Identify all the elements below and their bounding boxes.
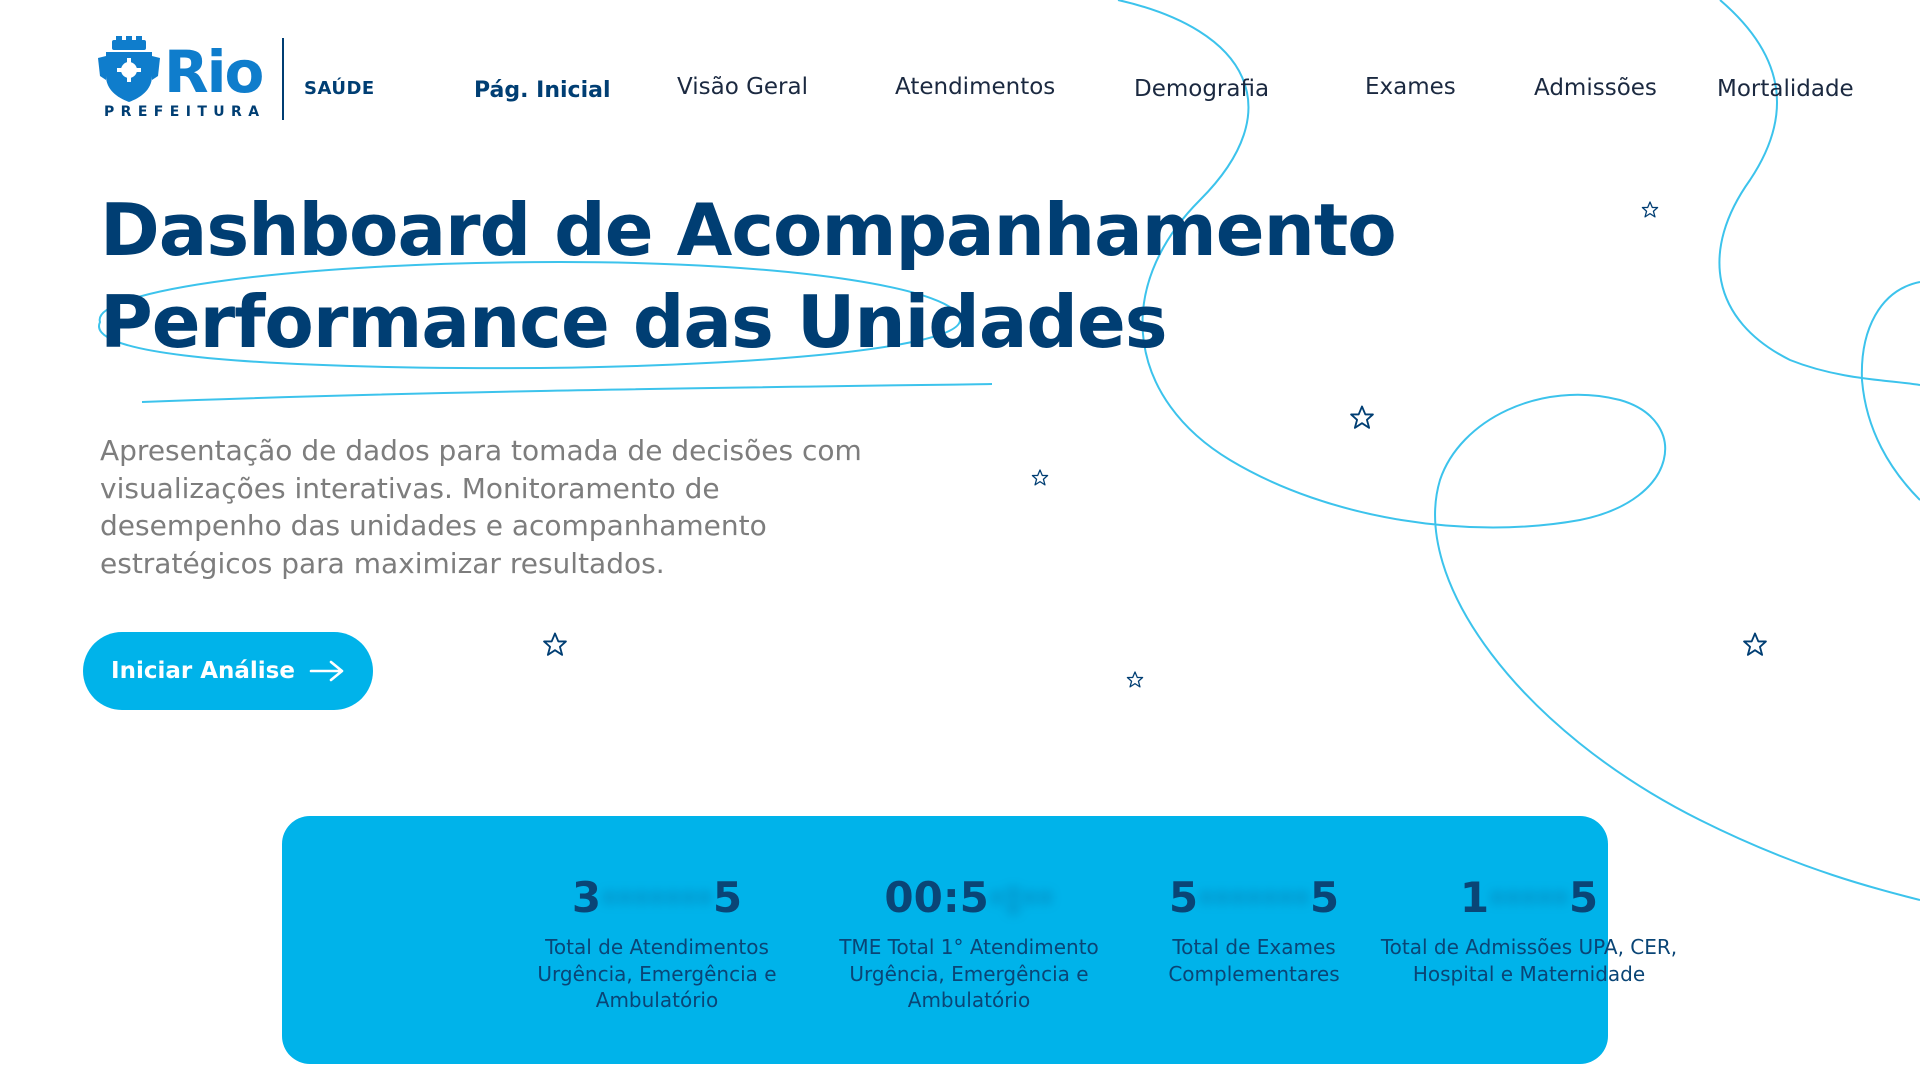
iniciar-analise-label: Iniciar Análise xyxy=(111,658,295,684)
hero-description: Apresentação de dados para tomada de dec… xyxy=(100,434,862,580)
iniciar-analise-button[interactable]: Iniciar Análise xyxy=(83,632,373,710)
nav-exames[interactable]: Exames xyxy=(1365,74,1456,100)
logo-subtitle: PREFEITURA xyxy=(104,104,266,120)
swirl-curve-1 xyxy=(1117,0,1920,901)
rio-coat-of-arms-icon xyxy=(98,36,160,102)
kpi-label: Total de Atendimentos Urgência, Emergênc… xyxy=(537,935,777,1012)
page-title-line-2: Performance das Unidades xyxy=(100,280,1168,364)
star-icon xyxy=(1350,405,1374,429)
kpi-label: Total de Exames Complementares xyxy=(1168,935,1340,986)
nav-pag-inicial[interactable]: Pág. Inicial xyxy=(474,78,611,103)
rio-prefeitura-saude-logo[interactable]: Rio PREFEITURA SAÚDE xyxy=(98,34,518,134)
logo-section-label: SAÚDE xyxy=(304,78,375,99)
star-icon xyxy=(1743,632,1767,656)
kpi-total-atendimentos: 3·······5 Total de Atendimentos Urgência… xyxy=(507,872,807,1014)
nav-mortalidade[interactable]: Mortalidade xyxy=(1717,76,1854,102)
swirl-curve-2 xyxy=(1718,0,1920,386)
logo-divider xyxy=(282,38,284,120)
page-title: Dashboard de Acompanhamento Performance … xyxy=(100,184,1397,368)
kpi-value: 00:5·:·· xyxy=(884,873,1054,922)
arrow-right-icon xyxy=(309,660,344,682)
swirl-curve-3 xyxy=(1860,281,1920,501)
nav-demografia[interactable]: Demografia xyxy=(1134,76,1269,102)
star-icon xyxy=(543,632,567,656)
title-underline xyxy=(141,383,993,403)
star-icon xyxy=(1126,671,1144,688)
nav-admissoes[interactable]: Admissões xyxy=(1534,75,1657,101)
nav-atendimentos[interactable]: Atendimentos xyxy=(895,74,1055,100)
star-icon xyxy=(1641,201,1659,218)
nav-visao-geral[interactable]: Visão Geral xyxy=(677,74,808,100)
kpi-value: 3·······5 xyxy=(571,873,743,922)
kpi-value: 5·······5 xyxy=(1168,873,1340,922)
kpi-tme-primeiro-atendimento: 00:5·:·· TME Total 1° Atendimento Urgênc… xyxy=(819,872,1119,1014)
kpi-panel: 3·······5 Total de Atendimentos Urgência… xyxy=(282,816,1677,1064)
page-title-line-1: Dashboard de Acompanhamento xyxy=(100,188,1397,272)
kpi-label: TME Total 1° Atendimento Urgência, Emerg… xyxy=(839,935,1099,1012)
kpi-value: 1·····5 xyxy=(1459,873,1599,922)
kpi-label: Total de Admissões UPA, CER, Hospital e … xyxy=(1380,935,1678,986)
kpi-total-admissoes: 1·····5 Total de Admissões UPA, CER, Hos… xyxy=(1379,872,1679,987)
kpi-total-exames: 5·······5 Total de Exames Complementares xyxy=(1104,872,1404,987)
logo-brand-text: Rio xyxy=(164,38,264,106)
star-icon xyxy=(1031,469,1049,486)
